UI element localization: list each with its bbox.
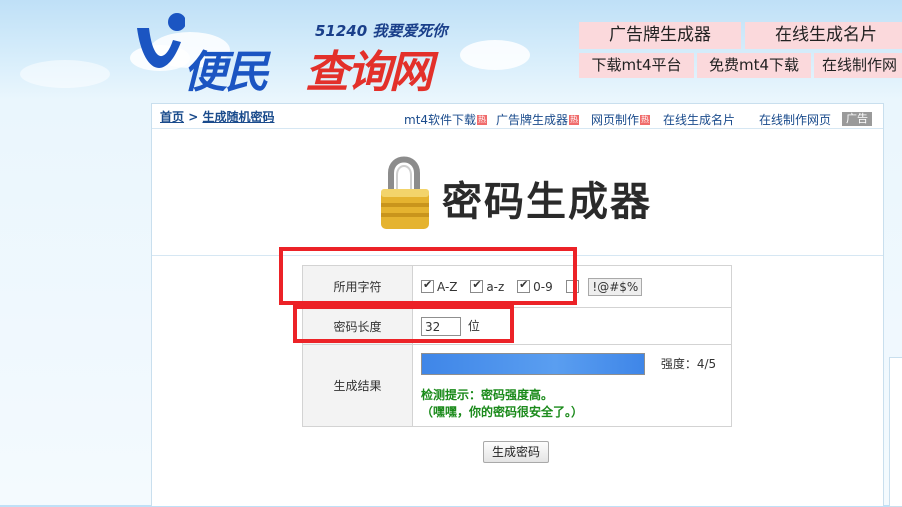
strength-hint-line1: 检测提示：密码强度高。 (421, 388, 554, 402)
generate-password-button[interactable]: 生成密码 (483, 441, 550, 463)
top-link-billboard-generator[interactable]: 广告牌生成器 (579, 22, 741, 49)
hero-banner: 密码生成器 (152, 128, 883, 256)
subnav-web-design-label: 网页制作 (591, 113, 640, 127)
logo-name-part2: 查询网 (305, 47, 433, 98)
breadcrumb-home-link[interactable]: 首页 (160, 110, 184, 124)
strength-indicator: 强度：4/5 (660, 356, 717, 371)
hot-badge: 热 (640, 115, 651, 125)
breadcrumb-current-link[interactable]: 生成随机密码 (202, 110, 274, 124)
logo-figure-icon (137, 13, 185, 68)
subnav-web-design[interactable]: 网页制作热 (591, 111, 651, 128)
ad-tag: 广告 (842, 112, 872, 126)
result-label: 生成结果 (302, 344, 413, 427)
top-link-web-maker[interactable]: 在线制作网 (814, 53, 902, 78)
subnav-mt4-download[interactable]: mt4软件下载热 (404, 111, 488, 128)
top-link-download-mt4[interactable]: 下载mt4平台 (579, 53, 694, 78)
strength-hint-line2: （嘿嘿，你的密码很安全了。） (421, 405, 584, 419)
logo-name-part1: 便民 (183, 47, 269, 98)
subnav-mt4-download-label: mt4软件下载 (404, 113, 477, 127)
hot-badge: 热 (569, 115, 580, 125)
highlight-box-length (293, 305, 514, 343)
padlock-icon (381, 156, 429, 229)
cloud-decoration (460, 40, 530, 70)
result-output-field[interactable] (421, 353, 645, 375)
top-link-business-card[interactable]: 在线生成名片 (745, 22, 902, 49)
cloud-decoration (20, 60, 110, 88)
subnav-business-card[interactable]: 在线生成名片 (663, 111, 735, 128)
site-logo[interactable]: 51240 我要爱死你 便民 查询网 (135, 8, 465, 98)
result-row: 生成结果 强度：4/5 检测提示：密码强度高。 （嘿嘿，你的密码很安全了。） (302, 344, 732, 427)
hot-badge: 热 (477, 115, 488, 125)
breadcrumb: 首页 > 生成随机密码 (160, 108, 274, 125)
subnav-billboard-generator[interactable]: 广告牌生成器热 (496, 111, 580, 128)
strength-hint: 检测提示：密码强度高。 （嘿嘿，你的密码很安全了。） (421, 387, 730, 421)
page-title: 密码生成器 (442, 179, 652, 225)
highlight-box-charset (279, 247, 577, 305)
top-link-free-mt4[interactable]: 免费mt4下载 (697, 53, 811, 78)
symbols-label: !@#$% (588, 277, 643, 296)
subnav-web-maker[interactable]: 在线制作网页 (759, 111, 831, 128)
right-side-panel (889, 357, 902, 507)
result-cell: 强度：4/5 检测提示：密码强度高。 （嘿嘿，你的密码很安全了。） (412, 344, 732, 427)
breadcrumb-separator: > (188, 110, 199, 124)
subnav-billboard-generator-label: 广告牌生成器 (496, 113, 569, 127)
